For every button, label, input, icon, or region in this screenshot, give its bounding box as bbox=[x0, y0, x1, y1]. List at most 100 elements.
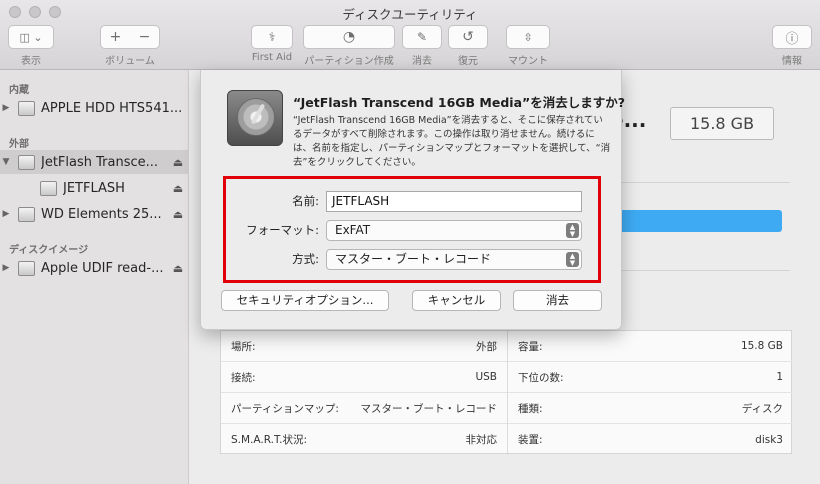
volume-disk-icon bbox=[40, 180, 57, 196]
internal-disk-icon bbox=[18, 100, 35, 116]
divider bbox=[610, 182, 790, 183]
info-value: disk3 bbox=[755, 433, 783, 446]
info-row-location: 場所: 外部 bbox=[221, 331, 507, 362]
info-label: S.M.A.R.T.状況: bbox=[231, 434, 308, 446]
sidebar-item-label: WD Elements 25... bbox=[41, 206, 162, 222]
partition-control: ◔ パーティション作成 bbox=[303, 25, 395, 67]
disk-image-icon bbox=[18, 260, 35, 276]
info-row-smart-status: S.M.A.R.T.状況: 非対応 bbox=[221, 424, 507, 455]
restore-button[interactable]: ↺ bbox=[448, 25, 488, 49]
pie-chart-icon: ◔ bbox=[342, 29, 356, 45]
mount-label: マウント bbox=[508, 56, 548, 67]
external-disk-icon bbox=[18, 154, 35, 170]
first-aid-control: ⚕ First Aid bbox=[251, 25, 293, 63]
first-aid-label: First Aid bbox=[251, 52, 293, 63]
info-button[interactable]: ⓘ bbox=[772, 25, 812, 49]
erase-toolbar-label: 消去 bbox=[412, 56, 432, 67]
window-title: ディスクユーティリティ bbox=[342, 7, 478, 22]
sidebar-item-label: Apple UDIF read-... bbox=[41, 260, 164, 276]
info-label: 容量: bbox=[518, 340, 543, 353]
info-row-child-count: 下位の数: 1 bbox=[508, 362, 793, 393]
sidebar-item-jetflash-disk[interactable]: ▼ JetFlash Transce... ⏏ bbox=[0, 150, 189, 174]
volume-label: ボリューム bbox=[105, 56, 155, 67]
view-control: ◫ ⌄ 表示 bbox=[8, 25, 54, 67]
chevron-updown-icon: ▲ ▼ bbox=[566, 252, 579, 267]
name-label: 名前: bbox=[292, 194, 319, 208]
scheme-row: 方式: マスター・ブート・レコード ▲ ▼ bbox=[201, 248, 623, 270]
erase-control: ✎ 消去 bbox=[402, 25, 442, 67]
disclosure-triangle-open-icon[interactable]: ▼ bbox=[0, 157, 12, 167]
info-value: ディスク bbox=[741, 402, 783, 415]
scheme-select[interactable]: マスター・ブート・レコード ▲ ▼ bbox=[326, 249, 582, 270]
disclosure-triangle-icon[interactable]: ▶ bbox=[0, 209, 12, 219]
info-row-device: 装置: disk3 bbox=[508, 424, 793, 455]
info-label: パーティションマップ: bbox=[231, 402, 339, 415]
name-field[interactable]: JETFLASH bbox=[326, 191, 582, 212]
stethoscope-icon: ⚕ bbox=[268, 30, 276, 44]
sidebar-item-label: APPLE HDD HTS541... bbox=[41, 100, 183, 116]
info-label: 情報 bbox=[782, 56, 802, 67]
sidebar-item-jetflash-volume[interactable]: JETFLASH ⏏ bbox=[0, 176, 189, 200]
info-value: 非対応 bbox=[465, 434, 498, 446]
eject-icon[interactable]: ⏏ bbox=[167, 156, 189, 169]
info-value: USB bbox=[475, 371, 497, 383]
disk-utility-window: ディスクユーティリティ ◫ ⌄ 表示 + − ボリューム ⚕ First Aid… bbox=[0, 0, 820, 484]
eject-icon[interactable]: ⏏ bbox=[167, 208, 189, 221]
sidebar-item-wd-elements[interactable]: ▶ WD Elements 25... ⏏ bbox=[0, 202, 189, 226]
restore-control: ↺ 復元 bbox=[448, 25, 488, 67]
volume-control: + − ボリューム bbox=[100, 25, 160, 67]
mount-control: ⇳ マウント bbox=[506, 25, 550, 67]
usage-bar bbox=[610, 210, 782, 232]
eject-icon[interactable]: ⏏ bbox=[167, 182, 189, 195]
scheme-label: 方式: bbox=[292, 252, 319, 266]
partition-button[interactable]: ◔ bbox=[303, 25, 395, 49]
info-value: マスター・ブート・レコード bbox=[360, 402, 498, 415]
sidebar: 内蔵 ▶ APPLE HDD HTS541... 外部 ▼ JetFlash T… bbox=[0, 70, 189, 484]
erase-button[interactable]: 消去 bbox=[513, 290, 602, 311]
disclosure-triangle-icon[interactable]: ▶ bbox=[0, 103, 12, 113]
view-button[interactable]: ◫ ⌄ bbox=[8, 25, 54, 49]
info-value: 外部 bbox=[476, 340, 497, 353]
chevron-updown-icon: ▲ ▼ bbox=[566, 223, 579, 238]
erase-dialog: “JetFlash Transcend 16GB Media”を消去しますか? … bbox=[200, 70, 625, 330]
name-row: 名前: JETFLASH bbox=[201, 190, 623, 212]
info-value: 15.8 GB bbox=[740, 340, 783, 352]
add-volume-icon[interactable]: + bbox=[110, 29, 122, 45]
scheme-value: マスター・ブート・レコード bbox=[335, 252, 492, 266]
disk-images-section-header: ディスクイメージ bbox=[9, 245, 89, 256]
sidebar-icon: ◫ ⌄ bbox=[19, 30, 43, 44]
format-row: フォーマット: ExFAT ▲ ▼ bbox=[201, 219, 623, 241]
info-label: 場所: bbox=[231, 340, 256, 353]
sidebar-item-label: JetFlash Transce... bbox=[41, 154, 159, 170]
info-value: 1 bbox=[776, 371, 783, 383]
divider bbox=[610, 270, 790, 271]
remove-volume-icon[interactable]: − bbox=[139, 29, 151, 45]
volume-buttons: + − bbox=[100, 25, 160, 49]
dialog-title: “JetFlash Transcend 16GB Media”を消去しますか? bbox=[293, 95, 625, 110]
security-options-button[interactable]: セキュリティオプション... bbox=[221, 290, 389, 311]
info-label: 下位の数: bbox=[518, 371, 564, 384]
dialog-message: “JetFlash Transcend 16GB Media”を消去すると、そこ… bbox=[293, 115, 611, 168]
internal-section-header: 内蔵 bbox=[9, 85, 29, 96]
capacity-box: 15.8 GB bbox=[670, 107, 774, 140]
hard-drive-icon bbox=[227, 90, 283, 146]
eraser-icon: ✎ bbox=[416, 30, 428, 44]
format-select[interactable]: ExFAT ▲ ▼ bbox=[326, 220, 582, 241]
external-disk-icon bbox=[18, 206, 35, 222]
sidebar-item-apple-hdd[interactable]: ▶ APPLE HDD HTS541... bbox=[0, 96, 189, 120]
disclosure-triangle-icon[interactable]: ▶ bbox=[0, 263, 12, 273]
erase-toolbar-button[interactable]: ✎ bbox=[402, 25, 442, 49]
first-aid-button[interactable]: ⚕ bbox=[251, 25, 293, 49]
eject-icon[interactable]: ⏏ bbox=[167, 262, 189, 275]
mount-button[interactable]: ⇳ bbox=[506, 25, 550, 49]
format-value: ExFAT bbox=[335, 223, 371, 237]
info-icon: ⓘ bbox=[785, 31, 799, 47]
format-label: フォーマット: bbox=[246, 223, 319, 237]
sidebar-item-apple-udif[interactable]: ▶ Apple UDIF read-... ⏏ bbox=[0, 256, 189, 280]
restore-label: 復元 bbox=[458, 56, 478, 67]
info-row-type: 種類: ディスク bbox=[508, 393, 793, 424]
cancel-button[interactable]: キャンセル bbox=[412, 290, 501, 311]
info-row-partition-map: パーティションマップ: マスター・ブート・レコード bbox=[221, 393, 507, 424]
info-label: 接続: bbox=[231, 371, 256, 384]
info-row-capacity: 容量: 15.8 GB bbox=[508, 331, 793, 362]
